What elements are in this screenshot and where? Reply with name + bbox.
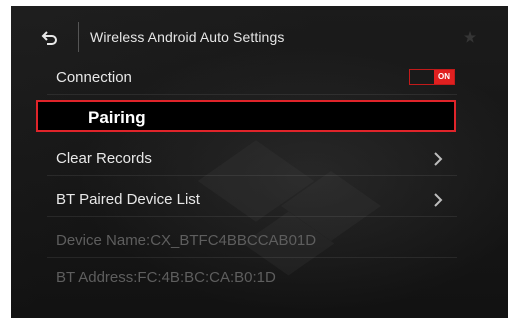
pairing-label: Pairing xyxy=(88,108,146,127)
clear-records-row[interactable]: Clear Records xyxy=(47,142,457,176)
toggle-on-indicator: ON xyxy=(434,70,454,84)
clear-records-label: Clear Records xyxy=(56,150,152,167)
device-name-row: Device Name:CX_BTFC4BBCCAB01D xyxy=(47,224,457,258)
device-name-label: Device Name:CX_BTFC4BBCCAB01D xyxy=(56,232,317,249)
connection-label: Connection xyxy=(56,69,132,86)
chevron-right-icon xyxy=(434,152,443,166)
bt-paired-device-list-label: BT Paired Device List xyxy=(56,191,200,208)
star-icon xyxy=(464,31,476,43)
header-divider xyxy=(78,22,79,52)
connection-row[interactable]: Connection ON xyxy=(47,61,457,95)
page-title: Wireless Android Auto Settings xyxy=(90,29,285,45)
bt-address-row: BT Address:FC:4B:BC:CA:B0:1D xyxy=(47,261,457,294)
pairing-row[interactable]: Pairing xyxy=(36,100,456,132)
connection-toggle[interactable]: ON xyxy=(409,69,455,85)
chevron-right-icon xyxy=(434,193,443,207)
header-bar: Wireless Android Auto Settings xyxy=(11,20,508,56)
back-button[interactable] xyxy=(37,26,63,50)
back-arrow-icon xyxy=(41,31,57,45)
settings-screen: Wireless Android Auto Settings Connectio… xyxy=(11,6,508,318)
bt-address-label: BT Address:FC:4B:BC:CA:B0:1D xyxy=(56,269,276,286)
bt-paired-device-list-row[interactable]: BT Paired Device List xyxy=(47,183,457,217)
